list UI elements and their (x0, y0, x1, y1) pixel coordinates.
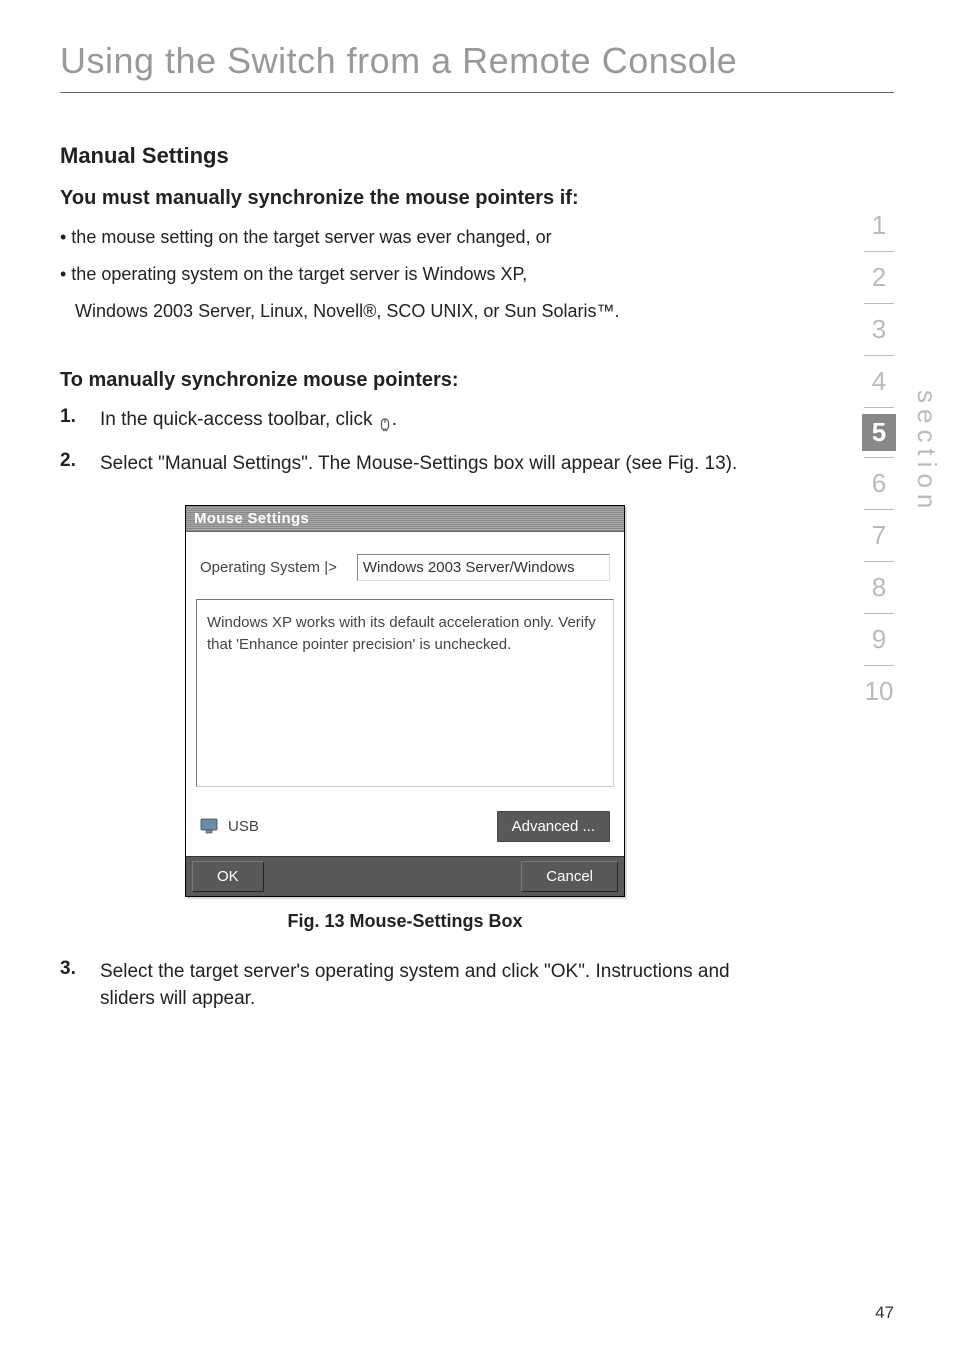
usb-label: USB (228, 818, 259, 835)
section-nav-2[interactable]: 2 (854, 252, 904, 303)
section-nav-5[interactable]: 5 (862, 414, 896, 451)
advanced-button[interactable]: Advanced ... (497, 811, 610, 842)
step-3: 3. Select the target server's operating … (60, 958, 750, 1013)
step3-number: 3. (60, 958, 100, 1013)
section-nav-8[interactable]: 8 (854, 562, 904, 613)
page-number: 47 (875, 1303, 894, 1323)
os-label: Operating System |> (200, 559, 337, 576)
subheading-to-sync: To manually synchronize mouse pointers: (60, 369, 750, 392)
monitor-icon (200, 818, 218, 834)
dialog-os-row: Operating System |> (186, 532, 624, 599)
subheading-sync-if: You must manually synchronize the mouse … (60, 187, 750, 210)
ok-button[interactable]: OK (192, 861, 264, 892)
numbered-list-2: 3. Select the target server's operating … (60, 958, 750, 1013)
step1-text-b: . (392, 409, 397, 430)
mouse-settings-dialog: Mouse Settings Operating System |> Windo… (185, 505, 625, 897)
section-nav-1[interactable]: 1 (854, 200, 904, 251)
bullet-mouse-changed: • the mouse setting on the target server… (60, 224, 750, 251)
step1-text-a: In the quick-access toolbar, click (100, 409, 378, 430)
section-vertical-label: section (911, 390, 942, 514)
mouse-icon (378, 413, 392, 427)
nav-divider (864, 407, 894, 408)
step2-text: Select "Manual Settings". The Mouse-Sett… (100, 450, 737, 478)
step1-text: In the quick-access toolbar, click . (100, 406, 397, 434)
step-2: 2. Select "Manual Settings". The Mouse-S… (60, 450, 750, 478)
section-nav-4[interactable]: 4 (854, 356, 904, 407)
dialog-footer: OK Cancel (186, 856, 624, 896)
section-nav-6[interactable]: 6 (854, 458, 904, 509)
dialog-message: Windows XP works with its default accele… (196, 599, 614, 787)
dialog-usb-row: USB Advanced ... (186, 787, 624, 856)
section-nav: 1 2 3 4 5 6 7 8 9 10 (854, 200, 904, 717)
step3-text: Select the target server's operating sys… (100, 958, 750, 1013)
section-nav-10[interactable]: 10 (854, 666, 904, 717)
bullet-os-list: • the operating system on the target ser… (60, 261, 750, 288)
usb-group: USB (200, 818, 259, 835)
cancel-button[interactable]: Cancel (521, 861, 618, 892)
section-nav-7[interactable]: 7 (854, 510, 904, 561)
figure-caption: Fig. 13 Mouse-Settings Box (60, 911, 750, 932)
numbered-list: 1. In the quick-access toolbar, click . … (60, 406, 750, 477)
page-title: Using the Switch from a Remote Console (0, 0, 954, 92)
step2-number: 2. (60, 450, 100, 478)
main-content: Manual Settings You must manually synchr… (0, 143, 810, 1013)
heading-manual-settings: Manual Settings (60, 143, 750, 169)
title-underline (60, 92, 894, 93)
section-nav-3[interactable]: 3 (854, 304, 904, 355)
step-1: 1. In the quick-access toolbar, click . (60, 406, 750, 434)
section-nav-9[interactable]: 9 (854, 614, 904, 665)
os-input[interactable] (357, 554, 610, 581)
dialog-title: Mouse Settings (186, 506, 624, 532)
bullet-os-list-cont: Windows 2003 Server, Linux, Novell®, SCO… (60, 298, 750, 325)
step1-number: 1. (60, 406, 100, 434)
